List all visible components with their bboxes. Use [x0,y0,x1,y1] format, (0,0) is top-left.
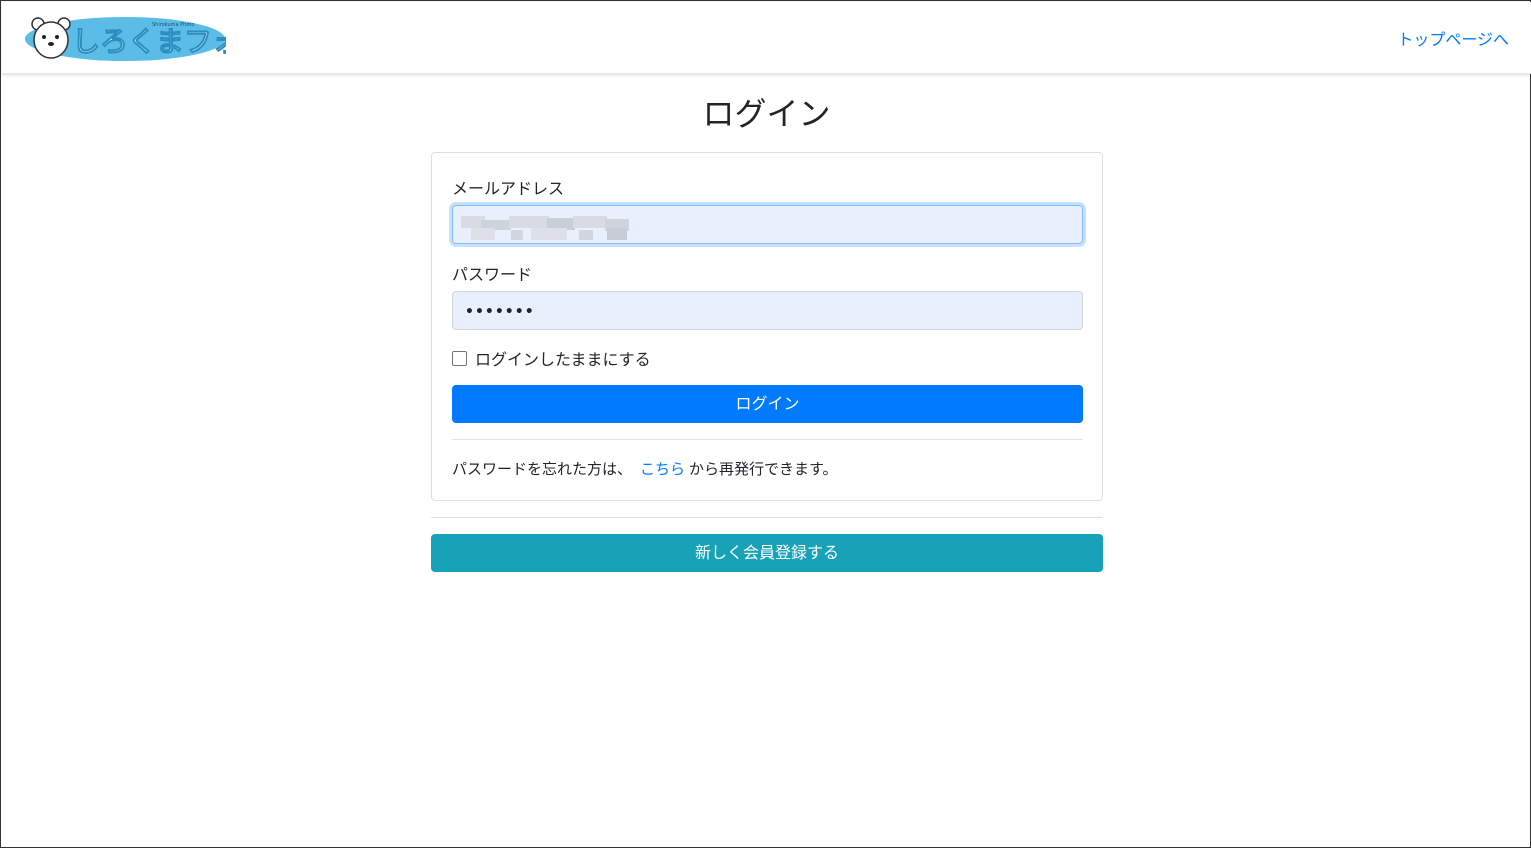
forgot-suffix: から再発行できます。 [689,460,838,478]
email-field[interactable] [452,205,1083,244]
section-divider [431,517,1103,518]
password-value: ••••••• [465,304,535,320]
forgot-prefix: パスワードを忘れた方は、 [452,460,633,478]
password-label: パスワード [452,265,533,284]
reset-password-link[interactable]: こちら [640,460,685,478]
page-title: ログイン [702,95,831,133]
top-page-link[interactable]: トップページへ [1397,26,1509,50]
login-card: メールアドレス パスワード ••••••• ログインしたままにする ログイン パ… [431,152,1103,501]
remember-checkbox[interactable] [452,350,467,366]
card-divider [452,439,1083,440]
browser-frame: しろくまフォト Shirokuma Photo トップページへ ログイン メール… [0,0,1531,848]
svg-text:Shirokuma Photo: Shirokuma Photo [152,22,194,28]
site-logo[interactable]: しろくまフォト Shirokuma Photo [24,14,226,63]
login-button[interactable]: ログイン [452,385,1083,423]
remember-me[interactable]: ログインしたままにする [452,347,651,369]
redacted-email [461,216,629,242]
register-button[interactable]: 新しく会員登録する [431,534,1103,572]
forgot-password-text: パスワードを忘れた方は、 こちら から再発行できます。 [452,458,838,479]
navbar: しろくまフォト Shirokuma Photo トップページへ [2,2,1531,74]
email-label: メールアドレス [452,179,565,198]
svg-text:しろくまフォト: しろくまフォト [72,25,226,58]
remember-label: ログインしたままにする [475,350,651,369]
password-field[interactable]: ••••••• [452,291,1083,330]
